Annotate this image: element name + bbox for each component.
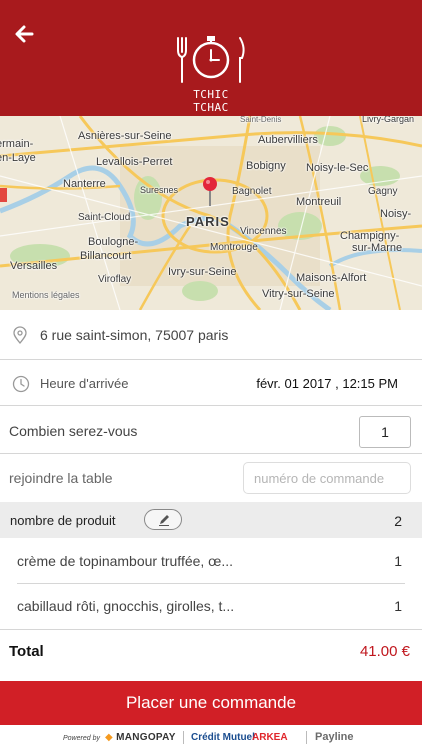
guest-count-label: Combien serez-vous <box>9 423 138 439</box>
map-label: Noisy-le-Sec <box>306 162 369 174</box>
map-label: Viroflay <box>98 274 132 285</box>
list-item-qty: 1 <box>394 553 402 569</box>
order-number-input[interactable] <box>243 462 411 494</box>
map-label: ermain- <box>0 138 34 150</box>
map-label: Nanterre <box>63 178 106 190</box>
map-label: Asnières-sur-Seine <box>78 130 172 142</box>
total-label: Total <box>9 643 44 660</box>
map-label: Aubervilliers <box>258 134 318 146</box>
credit-mutuel-logo: Crédit Mutuel <box>191 732 255 743</box>
mangopay-logo: ◆ MANGOPAY <box>105 732 176 743</box>
arrow-left-icon <box>15 25 34 43</box>
products-label: nombre de produit <box>10 513 116 528</box>
payline-logo: Payline <box>315 731 354 743</box>
guest-count-field[interactable]: 1 <box>359 416 411 448</box>
divider <box>0 405 422 406</box>
map-label: Gagny <box>368 186 398 197</box>
clock-icon <box>12 375 30 398</box>
map-label: Montreuil <box>296 196 342 208</box>
map-label-paris: PARIS <box>186 214 230 229</box>
location-map[interactable]: Saint-Denis Livry-Gargan Asnières-sur-Se… <box>0 116 422 310</box>
map-label: Noisy- <box>380 208 412 220</box>
map-label: Saint-Cloud <box>78 212 131 223</box>
map-label: Levallois-Perret <box>96 156 173 168</box>
divider <box>0 453 422 454</box>
map-label: Vitry-sur-Seine <box>262 288 335 300</box>
join-table-label: rejoindre la table <box>9 470 113 486</box>
logo-text: TCHIC TCHAC <box>193 88 229 114</box>
edit-products-button[interactable] <box>144 509 182 530</box>
map-label: Billancourt <box>80 250 132 262</box>
app-logo: TCHIC TCHAC <box>172 30 250 114</box>
divider <box>17 583 405 584</box>
map-label: Vincennes <box>240 226 287 237</box>
map-label: Montrouge <box>210 242 258 253</box>
total-value: 41.00 € <box>359 643 410 660</box>
map-label: en-Laye <box>0 152 36 164</box>
map-label: Bobigny <box>246 160 286 172</box>
partners-footer: Powered by ◆ MANGOPAY Crédit Mutuel ARKE… <box>0 725 422 750</box>
arrival-time-label: Heure d'arrivée <box>40 376 129 391</box>
place-order-button[interactable]: Placer une commande <box>0 681 422 725</box>
divider <box>183 731 184 744</box>
map-pin-icon <box>203 177 217 206</box>
arrival-time-value[interactable]: févr. 01 2017 , 12:15 PM <box>256 376 398 391</box>
map-label: Champigny- <box>340 230 400 242</box>
powered-by-text: Powered by <box>63 735 100 742</box>
list-item-qty: 1 <box>394 598 402 614</box>
map-label: Saint-Denis <box>240 116 282 124</box>
mangopay-text: MANGOPAY <box>116 732 176 743</box>
map-label: Suresnes <box>140 185 179 195</box>
map-label: Bagnolet <box>232 186 272 197</box>
pencil-icon <box>159 515 169 526</box>
delivery-address[interactable]: 6 rue saint-simon, 75007 paris <box>40 327 228 343</box>
divider <box>0 359 422 360</box>
divider <box>0 629 422 630</box>
location-pin-icon <box>12 326 28 349</box>
map-label: Maisons-Alfort <box>296 272 367 284</box>
products-header: nombre de produit 2 <box>0 502 422 538</box>
back-button[interactable] <box>12 22 38 46</box>
app-header: TCHIC TCHAC <box>0 0 422 116</box>
map-label: Versailles <box>10 260 58 272</box>
products-count: 2 <box>394 513 402 529</box>
arkea-logo: ARKEA <box>252 732 288 743</box>
divider <box>306 731 307 744</box>
fork-knife-clock-logo-icon <box>177 36 245 83</box>
list-item-name[interactable]: cabillaud rôti, gnocchis, girolles, t... <box>17 598 234 614</box>
legal-notice-link[interactable]: Mentions légales <box>12 290 80 300</box>
map-label: Livry-Gargan <box>362 116 415 124</box>
map-label: Ivry-sur-Seine <box>168 266 237 278</box>
list-item-name[interactable]: crème de topinambour truffée, œ... <box>17 553 233 569</box>
map-label: Boulogne- <box>88 236 139 248</box>
map-label: sur-Marne <box>352 242 403 254</box>
